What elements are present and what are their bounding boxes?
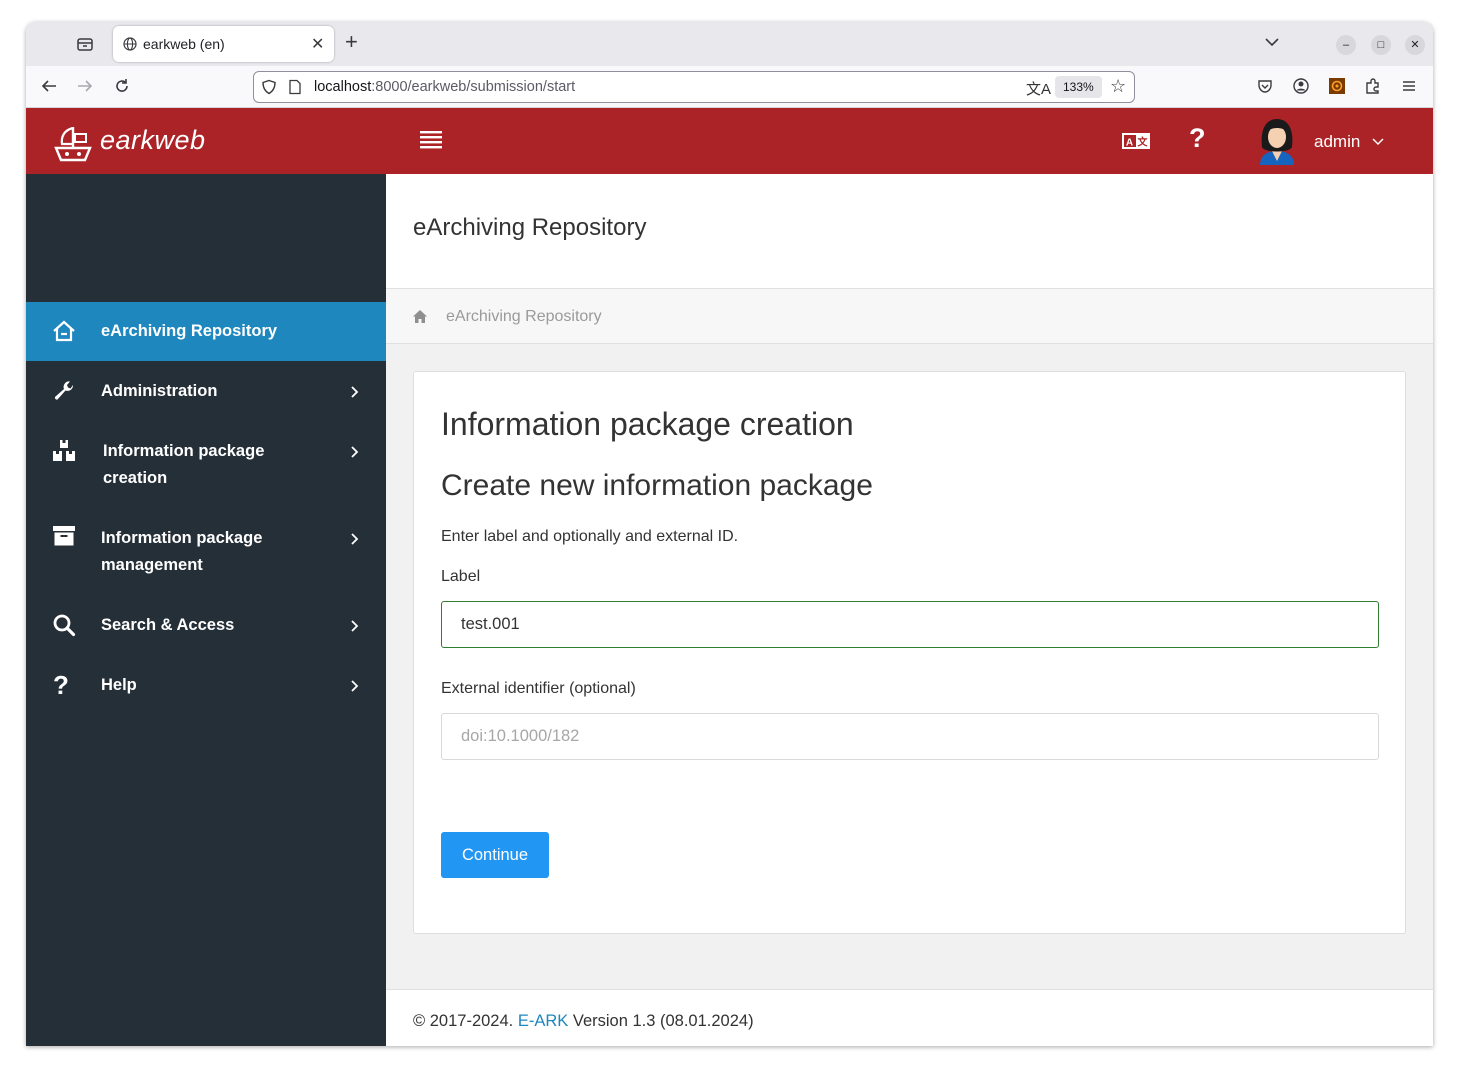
sidebar-item-label: Information package management (101, 529, 263, 574)
main-content: eArchiving Repository eArchiving Reposit… (386, 174, 1433, 1046)
tab-overview-icon[interactable] (76, 35, 94, 53)
chevron-right-icon (351, 386, 359, 398)
form-heading: Information package creation (441, 406, 854, 442)
sidebar-item-information-package-management[interactable]: Information package management (26, 508, 386, 595)
sidebar-item-help[interactable]: ? Help (26, 655, 386, 715)
earkweb-app: earkweb A 文 ? admin eArchiving Repositor… (26, 108, 1433, 1046)
sidebar-item-administration[interactable]: Administration (26, 361, 386, 421)
globe-icon (123, 37, 137, 51)
external-id-field-label: External identifier (optional) (441, 680, 636, 697)
sidebar-item-label: Help (101, 676, 137, 694)
sidebar-item-information-package-creation[interactable]: Information package creation (26, 421, 386, 508)
language-switch-icon[interactable]: A 文 (1122, 132, 1150, 150)
browser-tab[interactable]: earkweb (en) ✕ (113, 26, 334, 62)
sidebar-item-earchiving-repository[interactable]: eArchiving Repository (26, 302, 386, 361)
account-icon[interactable] (1292, 77, 1310, 95)
forward-arrow-icon[interactable] (76, 77, 94, 95)
sidebar: eArchiving Repository Administration Inf… (26, 174, 386, 1046)
svg-text:文: 文 (1138, 136, 1149, 149)
chevron-right-icon (351, 533, 359, 545)
page-header: eArchiving Repository (386, 174, 1433, 289)
maximize-button[interactable]: □ (1371, 35, 1391, 55)
shield-icon[interactable] (261, 79, 277, 95)
earkweb-logo-icon[interactable] (52, 122, 94, 164)
label-field-label: Label (441, 568, 481, 585)
bookmark-star-icon[interactable]: ☆ (1110, 76, 1126, 97)
help-question-icon[interactable]: ? (1189, 123, 1206, 154)
chevron-down-icon[interactable] (1372, 136, 1384, 146)
footer-version: Version 1.3 (08.01.2024) (572, 1012, 754, 1030)
form-intro-text: Enter label and optionally and external … (441, 528, 739, 545)
chevron-right-icon (351, 680, 359, 692)
wrench-icon (54, 381, 74, 400)
extension-addon-icon[interactable] (1328, 77, 1346, 95)
home-icon (53, 320, 75, 342)
breadcrumb-item[interactable]: eArchiving Repository (446, 308, 602, 326)
archive-box-icon (53, 526, 75, 546)
browser-window: earkweb (en) ✕ + – □ ✕ localhost:8000/ea… (26, 22, 1433, 1046)
url-path: :8000/earkweb/submission/start (371, 79, 576, 95)
translate-page-icon[interactable]: 文A (1026, 78, 1051, 99)
footer: © 2017-2024. E-ARK Version 1.3 (08.01.20… (386, 989, 1433, 1046)
svg-text:A: A (1126, 138, 1133, 149)
reload-icon[interactable] (113, 77, 131, 95)
back-arrow-icon[interactable] (40, 77, 58, 95)
form-card: Information package creation Create new … (413, 371, 1406, 934)
tab-title: earkweb (en) (143, 36, 225, 52)
extensions-puzzle-icon[interactable] (1364, 77, 1382, 95)
footer-eark-link[interactable]: E-ARK (518, 1012, 568, 1030)
page-title: eArchiving Repository (413, 214, 647, 241)
label-input[interactable] (441, 601, 1379, 648)
breadcrumb: eArchiving Repository (386, 289, 1433, 344)
app-logo-text[interactable]: earkweb (100, 125, 206, 156)
sidebar-toggle-icon[interactable] (420, 130, 442, 150)
url-text[interactable]: localhost:8000/earkweb/submission/start (314, 79, 575, 95)
footer-text: © 2017-2024. E-ARK Version 1.3 (08.01.20… (413, 1012, 754, 1031)
question-icon: ? (53, 673, 69, 697)
footer-copyright: © 2017-2024. (413, 1012, 514, 1030)
zoom-level-badge[interactable]: 133% (1055, 76, 1102, 98)
user-menu-name[interactable]: admin (1314, 132, 1360, 152)
sidebar-item-label: Information package creation (103, 442, 265, 487)
tab-bar: earkweb (en) ✕ + – □ ✕ (26, 22, 1433, 66)
hamburger-menu-icon[interactable] (1400, 77, 1418, 95)
search-icon (53, 614, 76, 637)
close-window-button[interactable]: ✕ (1405, 35, 1425, 55)
pocket-icon[interactable] (1256, 77, 1274, 95)
home-icon[interactable] (412, 309, 428, 324)
chevron-right-icon (351, 446, 359, 458)
sidebar-item-search-access[interactable]: Search & Access (26, 595, 386, 655)
user-avatar[interactable] (1256, 117, 1298, 165)
continue-button[interactable]: Continue (441, 832, 549, 878)
chevron-right-icon (351, 620, 359, 632)
minimize-button[interactable]: – (1336, 35, 1356, 55)
form-subheading: Create new information package (441, 469, 873, 502)
app-header: earkweb A 文 ? admin (26, 108, 1433, 174)
sidebar-item-label: Search & Access (101, 616, 235, 634)
external-id-input[interactable] (441, 713, 1379, 760)
url-host: localhost (314, 79, 372, 95)
sidebar-item-label: eArchiving Repository (101, 322, 278, 340)
boxes-icon (53, 440, 75, 461)
close-tab-icon[interactable]: ✕ (311, 34, 324, 54)
navigation-bar: localhost:8000/earkweb/submission/start … (26, 66, 1433, 108)
svg-text:?: ? (53, 673, 69, 697)
new-tab-icon[interactable]: + (345, 31, 358, 53)
chevron-down-icon[interactable] (1264, 34, 1280, 50)
sidebar-item-label: Administration (101, 382, 218, 400)
page-icon[interactable] (288, 79, 302, 95)
address-bar[interactable]: localhost:8000/earkweb/submission/start … (253, 71, 1135, 103)
